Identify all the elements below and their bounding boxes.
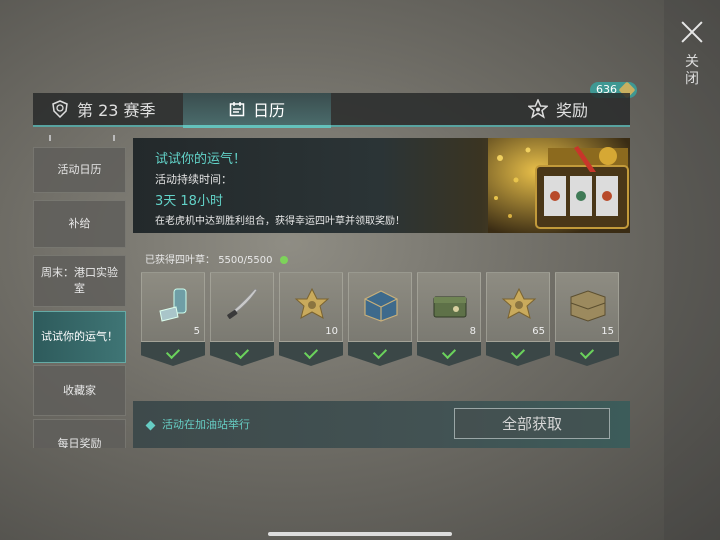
event-description: 在老虎机中达到胜利组合，获得幸运四叶草并领取奖励！ bbox=[155, 216, 405, 227]
reward-card[interactable]: 65 bbox=[486, 272, 550, 366]
location-note-text: 活动在加油站举行 bbox=[162, 418, 250, 431]
season-shield-icon bbox=[52, 100, 68, 118]
event-title: 试试你的运气！ bbox=[155, 152, 247, 167]
reward-card[interactable]: 8 bbox=[417, 272, 481, 366]
inhaler-icon bbox=[159, 288, 187, 322]
location-note: 活动在加油站举行 bbox=[145, 416, 250, 432]
progress-complete-dot bbox=[279, 256, 288, 264]
gear-part-icon bbox=[501, 287, 537, 319]
close-icon[interactable] bbox=[680, 20, 704, 44]
clover-progress-value: 5500/5500 bbox=[218, 255, 273, 266]
reward-card[interactable] bbox=[348, 272, 412, 366]
reward-card[interactable]: 15 bbox=[555, 272, 619, 366]
slot-machine-illustration bbox=[488, 138, 630, 233]
reward-qty: 15 bbox=[601, 326, 614, 337]
clover-progress-label: 已获得四叶草： bbox=[145, 255, 215, 266]
gear-part-icon bbox=[294, 287, 330, 319]
reward-track: 5 10 8 65 15 bbox=[141, 272, 626, 366]
machete-icon bbox=[227, 288, 258, 319]
reward-qty: 65 bbox=[532, 326, 545, 337]
claimed-check-icon bbox=[486, 342, 550, 366]
star-icon bbox=[527, 99, 548, 119]
reward-card[interactable] bbox=[210, 272, 274, 366]
ammo-box-icon bbox=[433, 296, 467, 318]
reward-item-box bbox=[210, 272, 274, 342]
tab-rewards[interactable]: 奖励 bbox=[527, 93, 588, 125]
reward-card[interactable]: 5 bbox=[141, 272, 205, 366]
reward-item-box: 8 bbox=[417, 272, 481, 342]
sidebar-item-event-calendar[interactable]: 活动日历 bbox=[33, 147, 126, 193]
reward-item-box bbox=[348, 272, 412, 342]
sidebar-item-weekend-port-lab[interactable]: 周末：港口实验室 bbox=[33, 255, 126, 307]
home-indicator[interactable] bbox=[268, 532, 452, 536]
claimed-check-icon bbox=[417, 342, 481, 366]
event-footer: 活动在加油站举行 全部获取 bbox=[133, 401, 630, 448]
calendar-icon bbox=[229, 102, 245, 117]
sidebar-item-collector[interactable]: 收藏家 bbox=[33, 365, 126, 416]
supply-crate-icon bbox=[364, 290, 398, 322]
event-banner: 试试你的运气！ 活动持续时间： 3天 18小时 在老虎机中达到胜利组合，获得幸运… bbox=[133, 138, 630, 233]
tab-rewards-label: 奖励 bbox=[555, 101, 588, 120]
sidebar[interactable]: 活动日历 补给 周末：港口实验室 试试你的运气！ 收藏家 每日奖励 bbox=[33, 135, 126, 448]
duration-label: 活动持续时间： bbox=[155, 173, 232, 186]
wooden-crate-icon bbox=[570, 290, 606, 322]
reward-qty: 8 bbox=[469, 326, 476, 337]
claim-all-button[interactable]: 全部获取 bbox=[454, 408, 610, 439]
tab-season-label: 第 23 赛季 bbox=[77, 101, 156, 120]
sidebar-item-daily-rewards[interactable]: 每日奖励 bbox=[33, 419, 126, 448]
sidebar-item-try-your-luck[interactable]: 试试你的运气！ bbox=[33, 311, 126, 363]
duration-value: 3天 18小时 bbox=[155, 194, 223, 209]
tab-calendar-label: 日历 bbox=[252, 101, 285, 120]
reward-qty: 10 bbox=[325, 326, 338, 337]
reward-item-box: 5 bbox=[141, 272, 205, 342]
claimed-check-icon bbox=[141, 342, 205, 366]
event-content: 试试你的运气！ 活动持续时间： 3天 18小时 在老虎机中达到胜利组合，获得幸运… bbox=[133, 138, 630, 448]
claimed-check-icon bbox=[210, 342, 274, 366]
reward-qty: 5 bbox=[193, 326, 200, 337]
scroll-indicator bbox=[49, 135, 115, 141]
close-panel: 关闭 bbox=[664, 0, 720, 540]
clover-progress: 已获得四叶草： 5500/5500 bbox=[145, 251, 288, 266]
claimed-check-icon bbox=[348, 342, 412, 366]
sidebar-item-supply[interactable]: 补给 bbox=[33, 200, 126, 248]
tab-calendar[interactable]: 日历 bbox=[183, 93, 331, 128]
event-panel: 第 23 赛季 日历 奖励 活动日历 补给 周末：港口实验室 试试你的运气！ 收 bbox=[33, 93, 630, 448]
tab-bar: 第 23 赛季 日历 奖励 bbox=[33, 93, 630, 128]
reward-item-box: 10 bbox=[279, 272, 343, 342]
reward-item-box: 65 bbox=[486, 272, 550, 342]
claimed-check-icon bbox=[279, 342, 343, 366]
tab-season[interactable]: 第 23 赛季 bbox=[51, 93, 156, 125]
reward-item-box: 15 bbox=[555, 272, 619, 342]
claimed-check-icon bbox=[555, 342, 619, 366]
diamond-icon bbox=[145, 420, 156, 430]
close-label[interactable]: 关闭 bbox=[684, 54, 700, 88]
reward-card[interactable]: 10 bbox=[279, 272, 343, 366]
